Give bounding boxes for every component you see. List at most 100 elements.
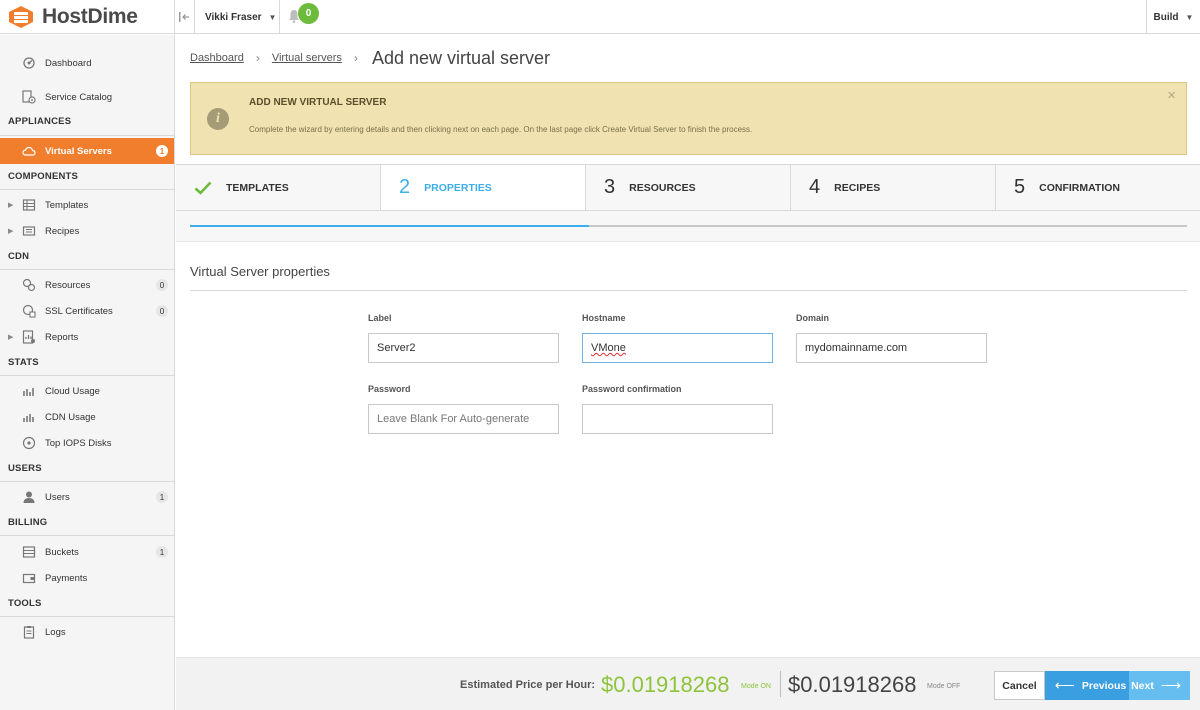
dashboard-icon <box>23 57 35 69</box>
sidebar-item-label: Reports <box>45 331 79 343</box>
step-templates[interactable]: TEMPLATES <box>176 165 381 210</box>
step-resources[interactable]: 3 RESOURCES <box>586 165 791 210</box>
step-number: 4 <box>809 176 821 198</box>
alert-text: Complete the wizard by entering details … <box>249 125 753 134</box>
user-icon <box>23 491 35 503</box>
hostname-input[interactable]: VMone <box>582 333 773 363</box>
brand-name: HostDime <box>42 5 138 28</box>
cdn-usage-icon <box>23 414 34 422</box>
password-input[interactable]: Leave Blank For Auto-generate <box>368 404 559 434</box>
sidebar-item-label: Logs <box>45 626 66 638</box>
hostname-field-label: Hostname <box>582 313 626 323</box>
progress-track <box>190 225 1187 227</box>
step-confirmation[interactable]: 5 CONFIRMATION <box>996 165 1200 210</box>
step-label: TEMPLATES <box>226 181 289 194</box>
sidebar-item-logs[interactable]: Logs <box>0 619 174 645</box>
buckets-icon <box>22 546 36 558</box>
breadcrumb-link-dashboard[interactable]: Dashboard <box>190 52 244 64</box>
sidebar-item-label: Buckets <box>45 546 79 558</box>
step-properties[interactable]: 2 PROPERTIES <box>381 165 586 210</box>
chevron-right-icon: › <box>353 51 358 65</box>
templates-icon <box>22 199 36 211</box>
divider <box>0 535 174 536</box>
sidebar-item-label: Recipes <box>45 225 80 237</box>
step-number: 3 <box>604 176 616 198</box>
alert-title: ADD NEW VIRTUAL SERVER <box>249 97 387 108</box>
progress-fill <box>190 225 589 227</box>
step-label: PROPERTIES <box>424 181 492 194</box>
hostdime-logo-icon <box>9 6 33 28</box>
mode-off-label: Mode OFF <box>927 683 961 690</box>
cloud-usage-icon <box>23 388 34 396</box>
sidebar-item-cdn-usage[interactable]: CDN Usage <box>0 404 174 430</box>
step-recipes[interactable]: 4 RECIPES <box>791 165 996 210</box>
expand-arrow-icon[interactable]: ▶ <box>8 227 13 235</box>
sidebar-heading-billing: BILLING <box>8 517 48 528</box>
logo[interactable]: HostDime <box>6 4 138 30</box>
expand-arrow-icon[interactable]: ▶ <box>8 333 13 341</box>
sidebar-item-recipes[interactable]: ▶ Recipes <box>0 218 174 244</box>
collapse-sidebar-icon[interactable] <box>175 0 193 34</box>
sidebar-item-label: Templates <box>45 199 89 211</box>
build-label: Build <box>1153 11 1179 23</box>
breadcrumb-link-virtual-servers[interactable]: Virtual servers <box>272 52 342 64</box>
domain-input[interactable]: mydomainname.com <box>796 333 987 363</box>
sidebar-heading-appliances: APPLIANCES <box>8 116 72 127</box>
divider <box>0 375 174 376</box>
sidebar-item-ssl-certificates[interactable]: SSL Certificates 0 <box>0 298 174 324</box>
sidebar-item-label: SSL Certificates <box>45 305 113 317</box>
divider <box>0 189 174 190</box>
step-label: CONFIRMATION <box>1039 181 1121 194</box>
build-menu[interactable]: Build ▼ <box>1146 0 1200 34</box>
sidebar-item-label: Payments <box>45 572 88 584</box>
wallet-icon <box>22 573 36 584</box>
sidebar-item-cloud-usage[interactable]: Cloud Usage <box>0 378 174 404</box>
label-input[interactable]: Server2 <box>368 333 559 363</box>
sidebar-item-resources[interactable]: Resources 0 <box>0 272 174 298</box>
previous-label: Previous <box>1081 679 1127 692</box>
count-badge: 1 <box>156 546 168 558</box>
next-button[interactable]: Next ⟶ <box>1129 671 1190 700</box>
domain-value: mydomainname.com <box>805 342 908 354</box>
count-badge: 0 <box>156 305 168 317</box>
sidebar-item-label: Dashboard <box>45 57 92 69</box>
sidebar-item-dashboard[interactable]: Dashboard <box>0 50 174 76</box>
step-label: RESOURCES <box>629 181 696 194</box>
divider <box>0 269 174 270</box>
expand-arrow-icon[interactable]: ▶ <box>8 201 13 209</box>
sidebar-item-users[interactable]: Users 1 <box>0 484 174 510</box>
sidebar-heading-cdn: CDN <box>8 251 30 262</box>
chevron-right-icon: › <box>255 51 260 65</box>
divider <box>0 616 174 617</box>
label-value: Server2 <box>377 342 416 354</box>
price-mode-off: $0.01918268 <box>788 672 917 697</box>
arrow-right-icon: ⟶ <box>1160 677 1181 693</box>
sidebar-item-service-catalog[interactable]: Service Catalog <box>0 84 174 110</box>
password-confirmation-input[interactable] <box>582 404 773 434</box>
divider <box>780 671 781 697</box>
sidebar-item-virtual-servers[interactable]: Virtual Servers 1 <box>0 138 174 164</box>
divider <box>0 481 174 482</box>
caret-down-icon: ▼ <box>268 12 277 22</box>
sidebar-item-payments[interactable]: Payments <box>0 565 174 591</box>
sidebar-item-top-iops-disks[interactable]: Top IOPS Disks <box>0 430 174 456</box>
sidebar: Dashboard Service Catalog APPLIANCES Vir… <box>0 35 175 710</box>
sidebar-item-label: Top IOPS Disks <box>45 437 112 449</box>
info-alert: i ADD NEW VIRTUAL SERVER Complete the wi… <box>190 82 1187 155</box>
divider <box>0 135 174 136</box>
divider <box>190 290 1187 291</box>
user-name: Vikki Fraser <box>205 11 262 23</box>
user-menu[interactable]: Vikki Fraser ▼ <box>205 0 276 34</box>
close-icon[interactable]: × <box>1167 87 1176 104</box>
sidebar-item-buckets[interactable]: Buckets 1 <box>0 539 174 565</box>
password-placeholder: Leave Blank For Auto-generate <box>377 413 530 425</box>
checkmark-icon <box>194 181 212 195</box>
notifications-badge[interactable]: 0 <box>298 3 319 24</box>
sidebar-item-label: Cloud Usage <box>45 385 100 397</box>
sidebar-heading-components: COMPONENTS <box>8 171 79 182</box>
previous-button[interactable]: ⟵ Previous <box>1045 671 1129 700</box>
sidebar-item-reports[interactable]: ▶ Reports <box>0 324 174 350</box>
cancel-button[interactable]: Cancel <box>994 671 1045 700</box>
wizard-steps: TEMPLATES 2 PROPERTIES 3 RESOURCES 4 REC… <box>176 164 1200 211</box>
sidebar-item-templates[interactable]: ▶ Templates <box>0 192 174 218</box>
